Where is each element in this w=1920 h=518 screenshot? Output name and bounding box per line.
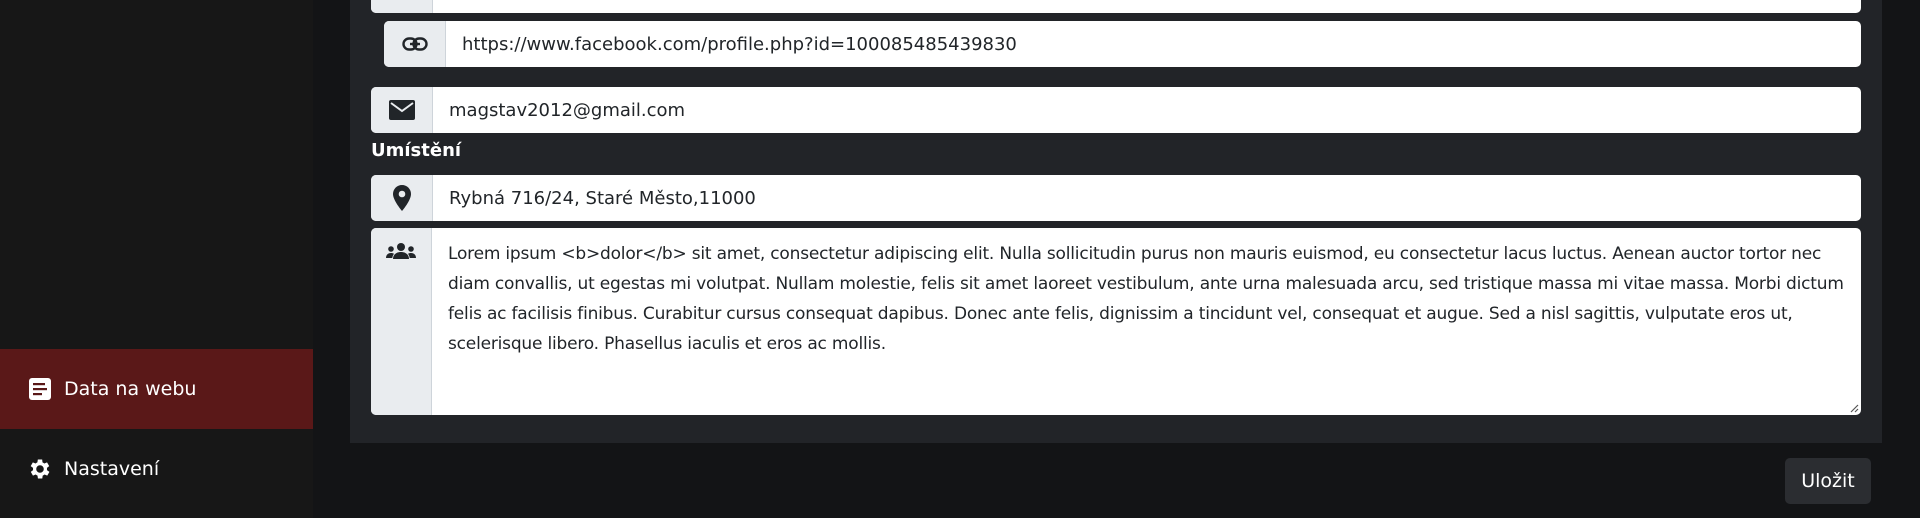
save-button[interactable]: Uložit [1785, 458, 1871, 504]
sidebar-item-nastaveni[interactable]: Nastavení [0, 429, 313, 509]
map-pin-icon [371, 175, 433, 221]
document-icon [26, 375, 54, 403]
address-field[interactable]: Rybná 716/24, Staré Město,11000 [433, 175, 1861, 221]
email-field[interactable]: magstav2012@gmail.com [433, 87, 1861, 133]
envelope-icon [371, 87, 433, 133]
facebook-url-group: https://www.facebook.com/profile.php?id=… [384, 21, 1861, 67]
address-group: Rybná 716/24, Staré Město,11000 [371, 175, 1861, 221]
sidebar-item-data-na-webu[interactable]: Data na webu [0, 349, 313, 429]
description-textarea[interactable]: Lorem ipsum <b>dolor</b> sit amet, conse… [432, 228, 1861, 415]
sidebar-item-label: Data na webu [64, 378, 197, 400]
resize-handle-icon[interactable] [1849, 403, 1859, 413]
location-section-label: Umístění [371, 140, 462, 161]
link-icon [384, 21, 446, 67]
email-group: magstav2012@gmail.com [371, 87, 1861, 133]
facebook-url-field[interactable]: https://www.facebook.com/profile.php?id=… [446, 21, 1861, 67]
sidebar-item-label: Nastavení [64, 458, 160, 480]
sidebar: Data na webu Nastavení [0, 0, 313, 518]
description-text: Lorem ipsum <b>dolor</b> sit amet, conse… [448, 244, 1844, 354]
gear-icon [26, 455, 54, 483]
description-group: Lorem ipsum <b>dolor</b> sit amet, conse… [371, 228, 1861, 415]
previous-field[interactable] [371, 0, 1861, 13]
users-icon [371, 228, 432, 415]
